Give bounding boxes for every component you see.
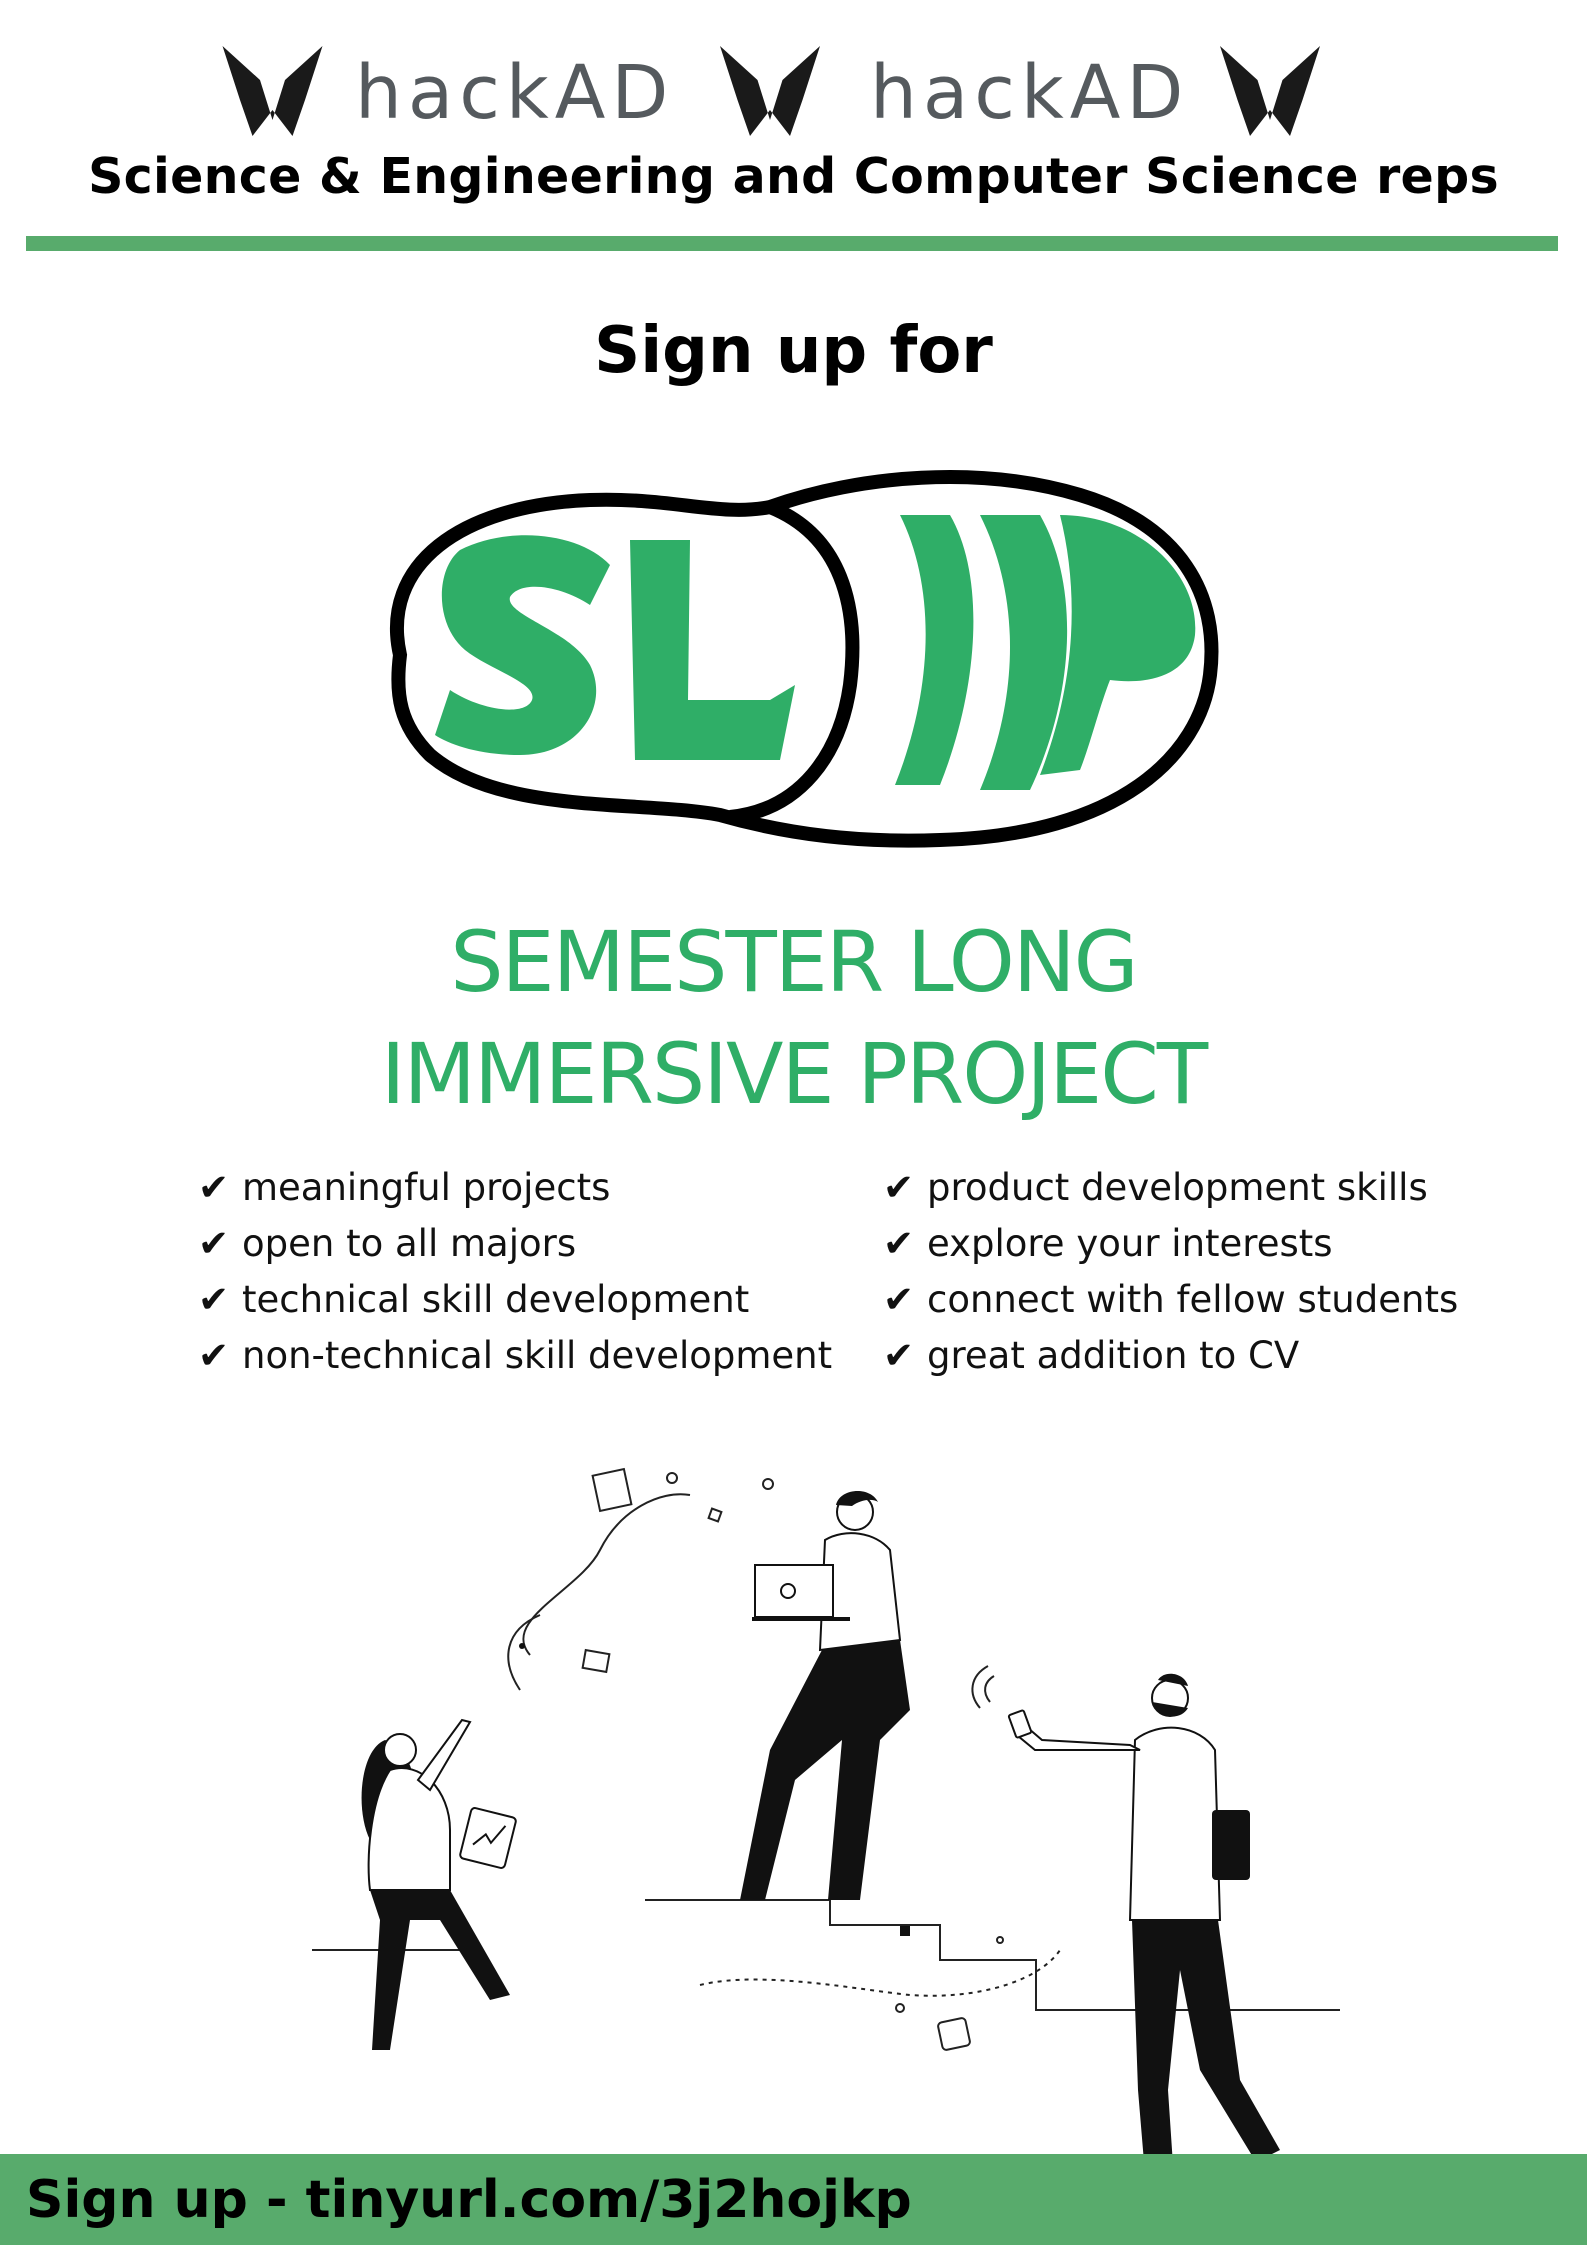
slip-subtitle-line1: SEMESTER LONG (450, 913, 1139, 1011)
list-item: ✔ explore your interests (883, 1216, 1458, 1272)
reps-heading: Science & Engineering and Computer Scien… (88, 148, 1499, 205)
features-list-right: ✔ product development skills ✔ explore you… (883, 1160, 1458, 1384)
check-icon: ✔ (883, 1334, 915, 1377)
hackad-logo-strip: hackAD hackAD (210, 40, 1380, 140)
hackad-logo-icon: hackAD hackAD (222, 46, 1320, 136)
signup-link[interactable]: Sign up - tinyurl.com/3j2hojkp (26, 2170, 912, 2230)
check-icon: ✔ (198, 1166, 230, 1209)
features-list-left: ✔ meaningful projects ✔ open to all majors… (198, 1160, 832, 1384)
svg-text:hackAD: hackAD (870, 50, 1189, 136)
signup-heading: Sign up for (594, 314, 993, 388)
list-item: ✔ product development skills (883, 1160, 1458, 1216)
check-icon: ✔ (198, 1222, 230, 1265)
list-item: ✔ connect with fellow students (883, 1272, 1458, 1328)
slip-subtitle-line2: IMMERSIVE PROJECT (380, 1025, 1208, 1123)
header-divider (26, 236, 1558, 251)
team-illustration-icon (312, 1467, 1340, 2210)
list-item: ✔ open to all majors (198, 1216, 832, 1272)
list-item: ✔ meaningful projects (198, 1160, 832, 1216)
check-icon: ✔ (198, 1278, 230, 1321)
check-icon: ✔ (883, 1166, 915, 1209)
svg-text:hackAD: hackAD (355, 50, 674, 136)
team-collaboration-illustration (300, 1450, 1360, 2240)
list-item: ✔ technical skill development (198, 1272, 832, 1328)
list-item: ✔ great addition to CV (883, 1328, 1458, 1384)
slip-logo (340, 455, 1240, 865)
check-icon: ✔ (883, 1278, 915, 1321)
slipper-icon (389, 470, 1219, 848)
check-icon: ✔ (883, 1222, 915, 1265)
check-icon: ✔ (198, 1334, 230, 1377)
list-item: ✔ non-technical skill development (198, 1328, 832, 1384)
